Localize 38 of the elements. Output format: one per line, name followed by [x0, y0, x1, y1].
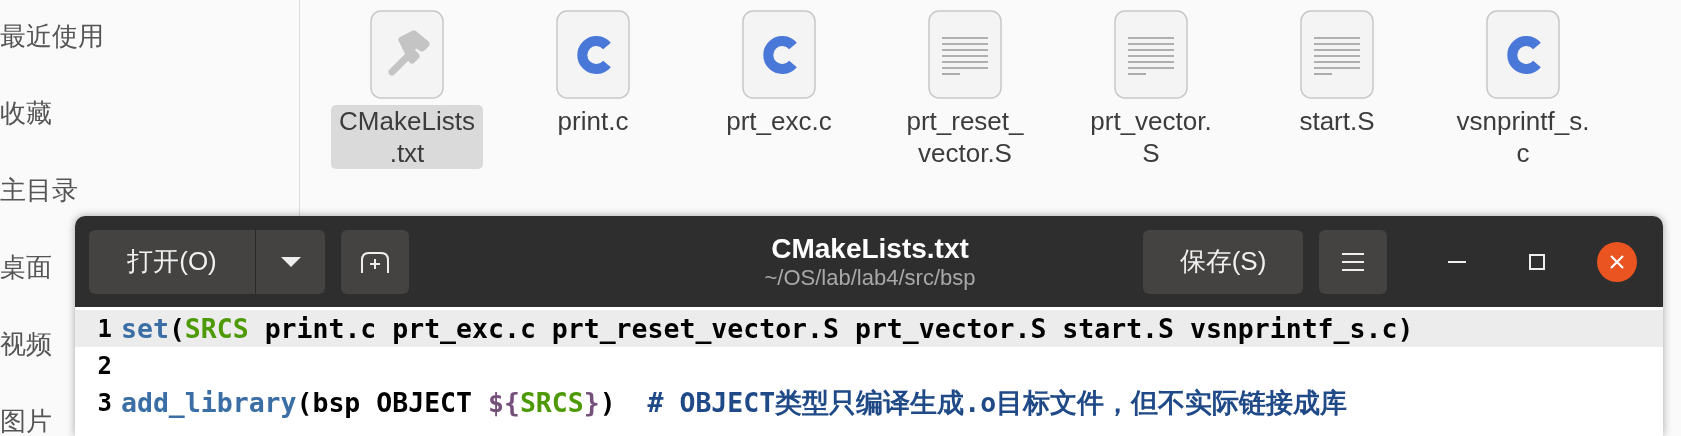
- text-file-icon[interactable]: [928, 10, 1002, 99]
- c-file-icon[interactable]: [1486, 10, 1560, 99]
- maximize-icon: [1529, 253, 1545, 270]
- close-button[interactable]: [1597, 241, 1637, 282]
- menu-icon: [1342, 252, 1364, 271]
- file-name[interactable]: print.c: [549, 105, 637, 137]
- line-number: 1: [96, 313, 113, 345]
- file-name[interactable]: prt_exc.c: [718, 105, 840, 137]
- file-name[interactable]: CMakeLists .txt: [331, 105, 483, 169]
- code-text: add_library(bsp OBJECT ${SRCS}) # OBJECT类型只编译生成.o目标文件，但不实际链接成库: [121, 385, 1348, 420]
- c-file-icon[interactable]: [742, 10, 816, 99]
- open-button[interactable]: 打开(O): [89, 229, 256, 294]
- menu-button[interactable]: [1319, 229, 1387, 294]
- line-number: 3: [96, 387, 113, 419]
- code-text: set(SRCS print.c prt_exc.c prt_reset_vector.S prt_vector.S start.S vsnprintf_s.c): [121, 311, 1414, 346]
- sidebar-item[interactable]: 图片: [0, 402, 52, 436]
- sidebar-item[interactable]: 视频: [0, 325, 52, 359]
- file-name[interactable]: prt_vector. S: [1082, 105, 1220, 169]
- c-file-icon[interactable]: [556, 10, 630, 99]
- sidebar-item[interactable]: 桌面: [0, 248, 52, 282]
- file-name[interactable]: start.S: [1291, 105, 1383, 137]
- sidebar-item[interactable]: 最近使用: [0, 17, 104, 51]
- new-tab-icon: [360, 249, 390, 274]
- sidebar-item[interactable]: 收藏: [0, 94, 52, 128]
- save-button[interactable]: 保存(S): [1143, 229, 1303, 294]
- new-tab-button[interactable]: [341, 229, 409, 294]
- file-name[interactable]: prt_reset_ vector.S: [898, 105, 1032, 169]
- file-path: ~/OS/lab/lab4/src/bsp: [764, 264, 976, 291]
- line-number: 2: [96, 350, 113, 382]
- text-file-icon[interactable]: [1300, 10, 1374, 99]
- sidebar-item[interactable]: 主目录: [0, 171, 78, 205]
- minimize-icon: [1448, 259, 1466, 264]
- close-icon: [1609, 253, 1625, 270]
- file-name[interactable]: vsnprintf_s. c: [1448, 105, 1598, 169]
- caret-icon: [280, 256, 301, 267]
- window-title: CMakeLists.txt: [771, 232, 969, 265]
- dropdown-button[interactable]: [256, 229, 325, 294]
- text-file-icon[interactable]: [1114, 10, 1188, 99]
